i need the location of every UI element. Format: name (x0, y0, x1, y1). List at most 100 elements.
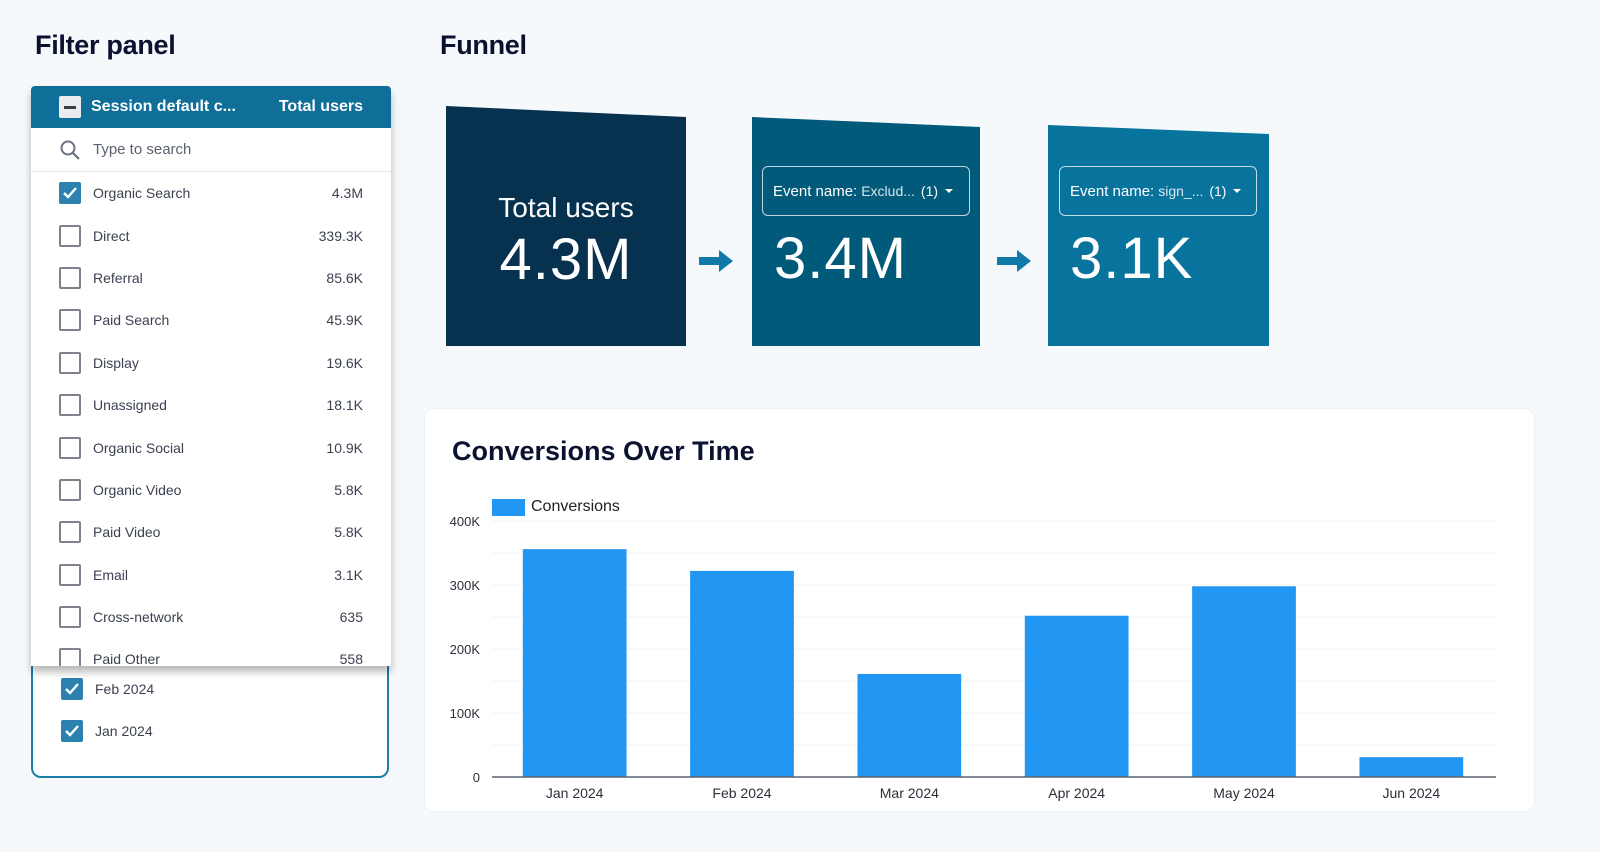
conversions-chart-card: 0 100K 200K 300K 400K Jan 2024 Feb 2024 Mar 202… (424, 408, 1535, 812)
checkbox[interactable] (59, 182, 81, 205)
funnel-step-2: Event name: Exclud... (1) 3.4M (752, 117, 980, 346)
checkbox[interactable] (59, 563, 81, 586)
checkbox[interactable] (59, 436, 81, 459)
date-item-label: Feb 2024 (95, 681, 155, 697)
option-value: 85.6K (326, 269, 363, 286)
bar-jan-2024[interactable] (522, 549, 627, 777)
funnel-step-total-users: Total users 4.3M (446, 106, 686, 346)
y-tick-label: 0 (473, 770, 480, 785)
option-value: 635 (339, 609, 363, 626)
checkbox[interactable] (59, 224, 81, 247)
channel-list: Organic Search 4.3M Direct 339.3K Referral 85… (31, 172, 391, 666)
event-name-filter-chip[interactable]: Event name: sign_... (1) (1059, 166, 1257, 216)
chart-title: Conversions Over Time (452, 436, 755, 466)
channel-option[interactable]: Unassigned 18.1K (31, 384, 391, 426)
channel-option[interactable]: Organic Search 4.3M (31, 172, 391, 214)
funnel-title: Funnel (440, 30, 527, 60)
channel-option[interactable]: Referral 85.6K (31, 257, 391, 299)
channel-option[interactable]: Organic Social 10.9K (31, 426, 391, 468)
channel-option[interactable]: Display 19.6K (31, 342, 391, 384)
option-value: 19.6K (326, 354, 363, 371)
chip-key: Event name: (1070, 182, 1155, 200)
bar-mar-2024[interactable] (857, 673, 962, 777)
option-label: Email (93, 566, 129, 583)
option-value: 339.3K (318, 227, 363, 244)
checkbox[interactable] (59, 266, 81, 289)
option-value: 4.3M (331, 185, 363, 202)
channel-option[interactable]: Cross-network 635 (31, 596, 391, 638)
option-label: Paid Other (93, 651, 160, 666)
dropdown-header: Session default c... Total users (31, 86, 391, 128)
legend-swatch (492, 498, 525, 516)
bar-apr-2024[interactable] (1024, 615, 1129, 777)
bar-jun-2024[interactable] (1359, 757, 1464, 777)
select-all-checkbox[interactable] (59, 96, 81, 118)
channel-option[interactable]: Email 3.1K (31, 554, 391, 596)
minus-icon (64, 105, 76, 109)
option-label: Unassigned (93, 397, 167, 414)
channel-option[interactable]: Paid Video 5.8K (31, 511, 391, 553)
y-tick-label: 100K (450, 706, 481, 721)
x-tick-label: Mar 2024 (880, 785, 939, 801)
option-label: Direct (93, 227, 130, 244)
checkbox[interactable] (59, 648, 81, 666)
bar-may-2024[interactable] (1192, 586, 1296, 777)
checkmark-icon (65, 725, 79, 737)
channel-option[interactable]: Direct 339.3K (31, 214, 391, 256)
checkmark-icon (63, 187, 77, 199)
y-tick-label: 200K (450, 642, 481, 657)
chip-count: (1) (1209, 183, 1227, 199)
checkbox[interactable] (59, 521, 81, 544)
x-tick-label: Jun 2024 (1383, 785, 1441, 801)
funnel-step-value: 3.4M (774, 226, 907, 291)
option-value: 5.8K (334, 524, 363, 541)
checkbox[interactable] (59, 606, 81, 629)
chart-legend[interactable]: Conversions (492, 498, 620, 516)
checkbox[interactable] (59, 394, 81, 417)
search-placeholder: Type to search (93, 141, 192, 158)
x-tick-label: May 2024 (1213, 785, 1275, 801)
filter-panel-title: Filter panel (35, 30, 176, 60)
date-item[interactable]: Feb 2024 (61, 678, 154, 700)
channel-option[interactable]: Paid Search 45.9K (31, 299, 391, 341)
checkbox[interactable] (61, 720, 83, 742)
x-tick-label: Feb 2024 (712, 785, 771, 801)
checkmark-icon (65, 683, 79, 695)
search-icon (60, 140, 80, 160)
funnel-step-3: Event name: sign_... (1) 3.1K (1048, 125, 1269, 346)
option-value: 18.1K (326, 397, 363, 414)
chip-count: (1) (920, 183, 939, 199)
y-tick-label: 400K (450, 514, 481, 529)
channel-option[interactable]: Paid Other 558 (31, 638, 391, 666)
option-label: Organic Video (93, 481, 182, 498)
chip-value: Exclud... (861, 183, 915, 199)
bar-feb-2024[interactable] (690, 570, 794, 777)
checkbox[interactable] (59, 309, 81, 332)
dimension-label: Session default c... (91, 98, 236, 115)
checkbox[interactable] (59, 478, 81, 501)
channel-dropdown[interactable]: Session default c... Total users Type to… (31, 86, 391, 666)
search-input[interactable]: Type to search (31, 128, 391, 172)
arrow-right-icon (699, 250, 733, 272)
legend-label: Conversions (531, 498, 620, 515)
event-name-filter-chip[interactable]: Event name: Exclud... (1) (762, 166, 970, 216)
funnel-step-value: 3.1K (1070, 226, 1194, 291)
option-label: Organic Social (93, 439, 185, 456)
option-value: 5.8K (334, 481, 363, 498)
caret-down-icon (1233, 189, 1242, 193)
chip-key: Event name: (773, 182, 858, 200)
checkbox[interactable] (59, 351, 81, 374)
channel-option[interactable]: Organic Video 5.8K (31, 469, 391, 511)
y-tick-label: 300K (450, 578, 481, 593)
checkbox[interactable] (61, 678, 83, 700)
arrow-right-icon (997, 250, 1031, 272)
chip-value: sign_... (1158, 183, 1204, 199)
date-item[interactable]: Jan 2024 (61, 720, 153, 742)
funnel-step-value: 4.3M (499, 227, 633, 292)
funnel-step-label: Total users (498, 192, 634, 223)
option-value: 558 (339, 651, 363, 666)
option-value: 45.9K (326, 312, 363, 329)
x-tick-label: Apr 2024 (1048, 785, 1105, 801)
caret-down-icon (945, 189, 954, 193)
metric-label: Total users (278, 98, 363, 115)
